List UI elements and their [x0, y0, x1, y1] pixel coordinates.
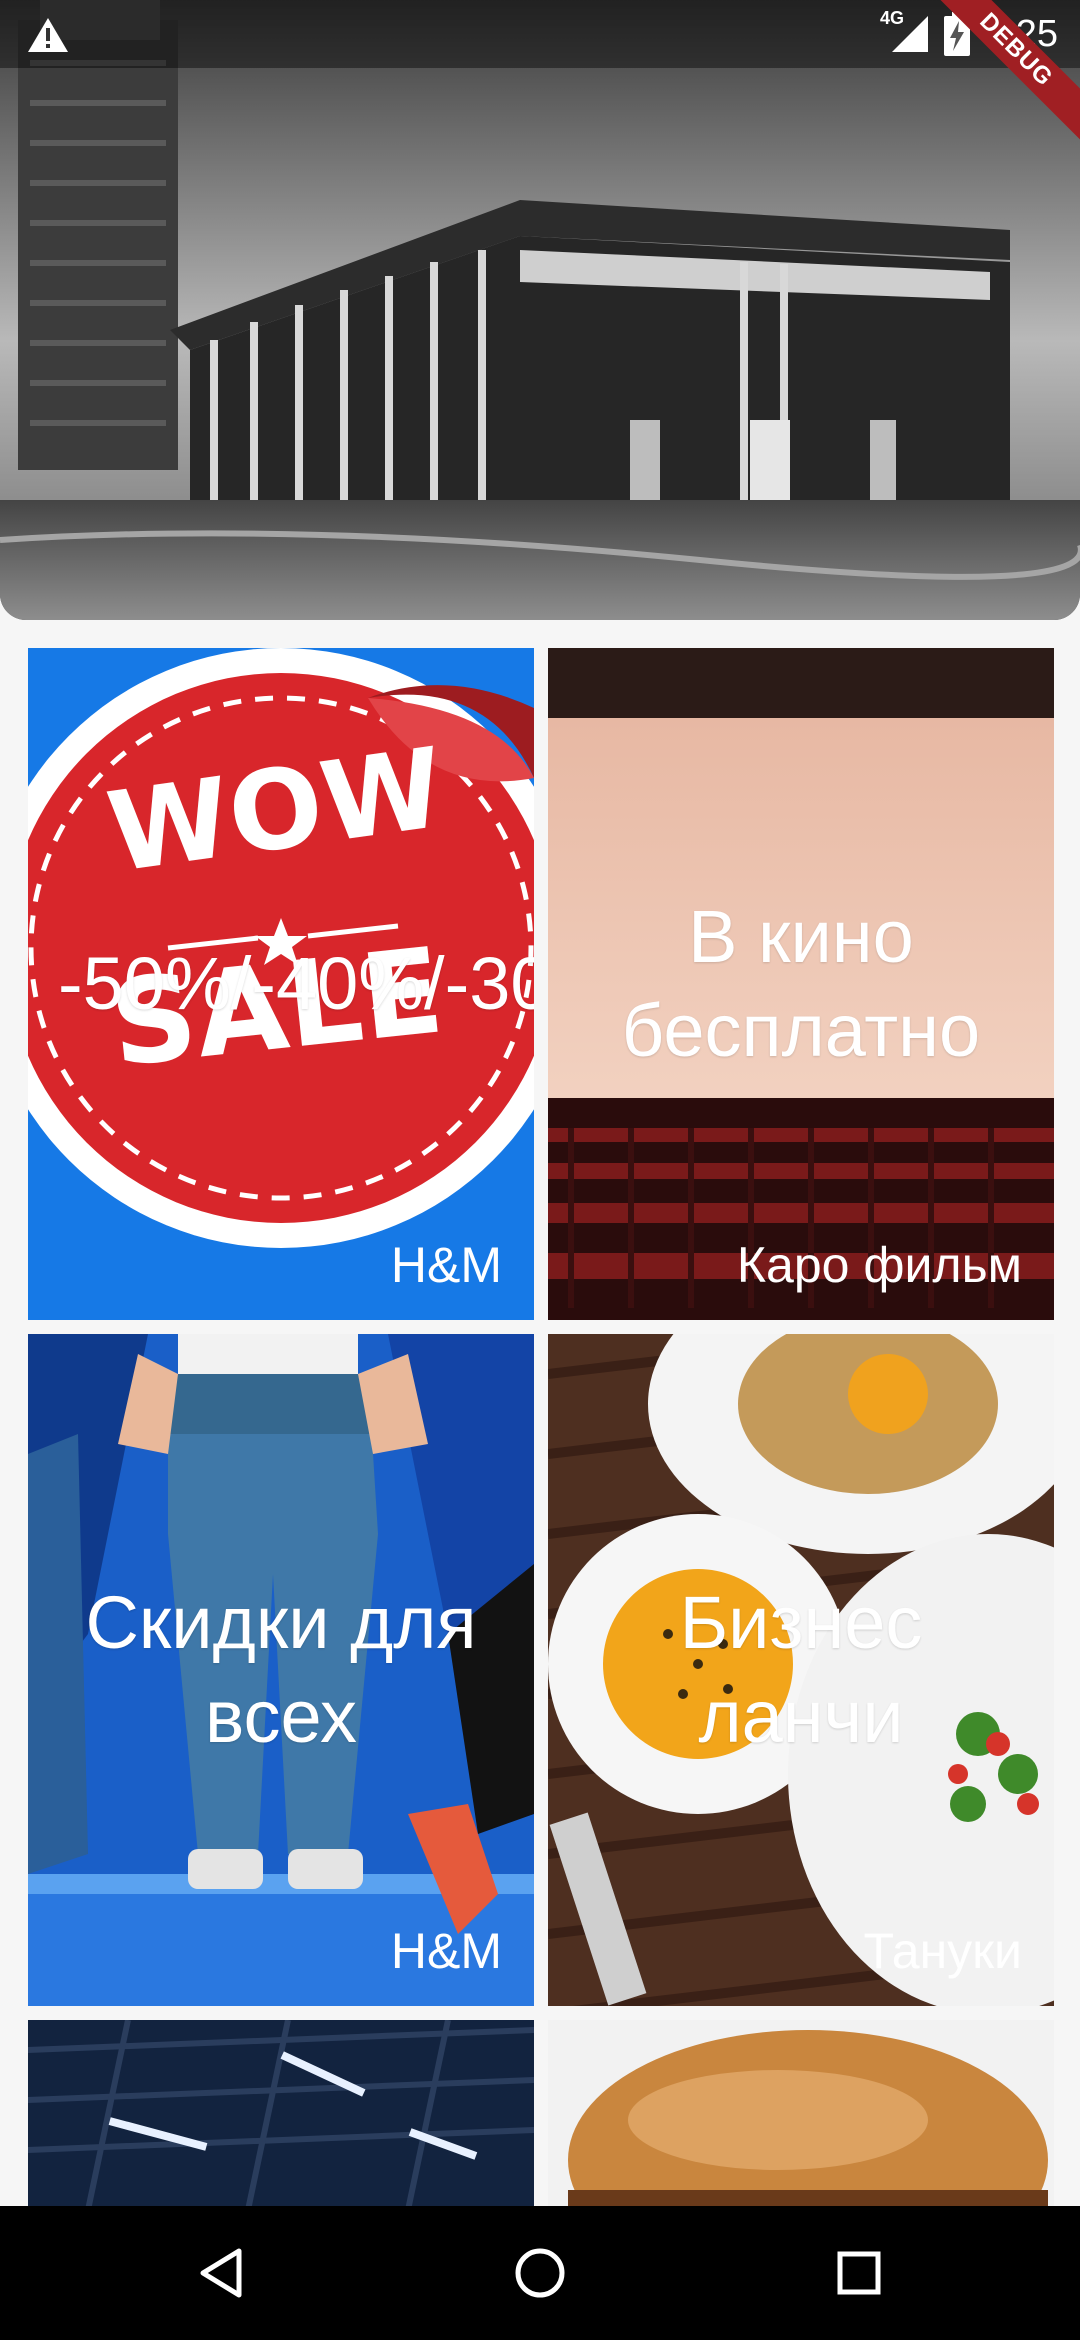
offer-card[interactable] — [28, 2020, 534, 2210]
offer-brand: H&M — [390, 1923, 502, 1979]
offer-card[interactable]: Скидки для всех H&M — [28, 1334, 534, 2006]
offer-brand: H&M — [390, 1237, 502, 1293]
home-icon[interactable] — [503, 2236, 577, 2310]
offer-brand: Каро фильм — [736, 1237, 1022, 1293]
offer-card[interactable]: WOW SALE -50%/-40%/-30% H&M — [28, 648, 534, 1320]
recents-icon[interactable] — [822, 2236, 896, 2310]
offer-title: Скидки для всех — [85, 1581, 477, 1758]
header-image — [0, 0, 1080, 620]
offer-brand: Тануки — [863, 1923, 1022, 1979]
offers-grid: WOW SALE -50%/-40%/-30% H&M — [28, 648, 1054, 2210]
ceiling-lights-image — [28, 2020, 534, 2210]
back-icon[interactable] — [186, 2236, 260, 2310]
offer-title: В кино бесплатно — [621, 895, 981, 1072]
offer-card[interactable]: Бизнес ланчи Тануки — [548, 1334, 1054, 2006]
navigation-bar — [0, 2206, 1080, 2340]
signal-icon: 4G — [880, 8, 930, 56]
offer-card[interactable] — [548, 2020, 1054, 2210]
offer-title: Бизнес ланчи — [679, 1581, 923, 1758]
status-bar: 4G 8:25 — [0, 0, 1080, 68]
warning-icon — [26, 16, 70, 54]
offer-title: -50%/-40%/-30% — [58, 942, 534, 1025]
burger-image — [548, 2020, 1054, 2210]
offer-card[interactable]: В кино бесплатно Каро фильм — [548, 648, 1054, 1320]
